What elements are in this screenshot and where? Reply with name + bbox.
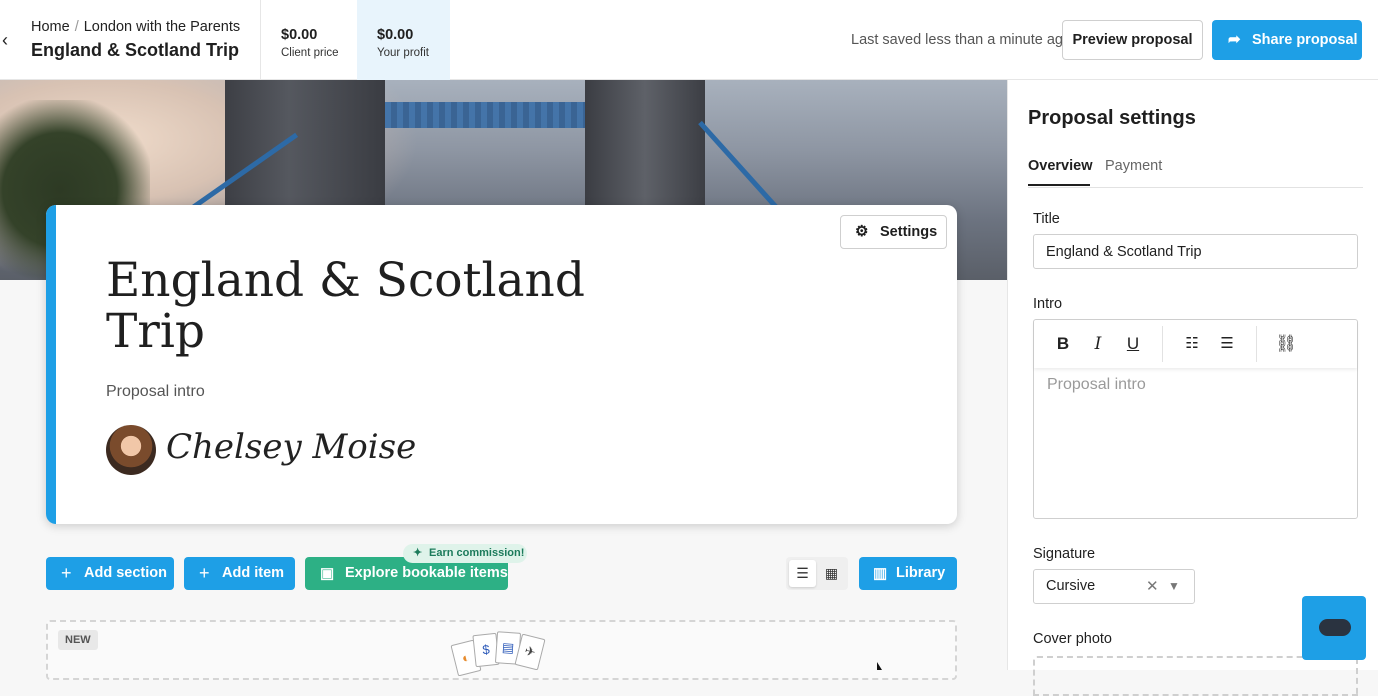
toolbar-divider	[1256, 326, 1257, 362]
add-section-button[interactable]: + Add section	[46, 557, 174, 590]
share-arrow-icon: ➦	[1228, 31, 1241, 48]
item-cards-illustration: ◐ $ ▤ ✈	[450, 630, 548, 677]
earn-commission-badge: ✦ Earn commission!	[403, 544, 527, 563]
bold-icon[interactable]: B	[1051, 332, 1075, 356]
card-accent-bar	[46, 205, 56, 524]
client-price: $0.00 Client price	[261, 0, 357, 80]
cover-photo-dropzone[interactable]	[1033, 656, 1358, 696]
plus-icon: +	[61, 563, 72, 583]
clear-icon[interactable]: ✕	[1146, 570, 1159, 603]
intro-editor[interactable]: B I U ☷ ☰ ⛓ Proposal intro	[1033, 319, 1358, 519]
signature-field-label: Signature	[1033, 546, 1096, 562]
earn-commission-label: Earn commission!	[429, 547, 525, 559]
your-profit: $0.00 Your profit	[357, 0, 450, 80]
breadcrumb-separator: /	[74, 19, 79, 35]
grid-view-icon[interactable]: ▦	[818, 560, 845, 587]
title-field-label: Title	[1033, 211, 1060, 227]
settings-button[interactable]: ⚙ Settings	[840, 215, 947, 249]
chat-bubble-icon	[1319, 619, 1351, 636]
mouse-cursor	[877, 662, 882, 670]
bullet-list-icon[interactable]: ☰	[1215, 332, 1239, 356]
client-price-label: Client price	[281, 47, 339, 59]
ordered-list-icon[interactable]: ☷	[1180, 332, 1204, 356]
explore-label: Explore bookable items	[345, 565, 508, 581]
plus-icon: +	[199, 563, 210, 583]
proposal-cover-card: ⚙ Settings England & Scotland Trip Propo…	[46, 205, 957, 524]
share-proposal-label: Share proposal	[1252, 32, 1358, 48]
settings-tabs: Overview Payment	[1028, 158, 1363, 188]
library-label: Library	[896, 565, 946, 581]
preview-proposal-button[interactable]: Preview proposal	[1062, 20, 1203, 60]
breadcrumb-home[interactable]: Home	[31, 19, 70, 35]
tab-overview[interactable]: Overview	[1028, 158, 1093, 186]
signature-select[interactable]: Cursive ✕ ▼	[1033, 569, 1195, 604]
intro-field-label: Intro	[1033, 296, 1063, 312]
title-input[interactable]	[1033, 234, 1358, 269]
intro-placeholder: Proposal intro	[1047, 376, 1146, 393]
toolbar-divider	[1162, 326, 1163, 362]
proposal-title[interactable]: England & Scotland Trip	[106, 255, 586, 357]
proposal-intro[interactable]: Proposal intro	[106, 383, 205, 401]
proposal-settings-panel: Proposal settings Overview Payment Title…	[1007, 80, 1378, 696]
hero-walkway	[385, 102, 585, 128]
chevron-down-icon[interactable]: ▼	[1168, 570, 1180, 603]
your-profit-amount: $0.00	[377, 27, 414, 43]
italic-icon[interactable]: I	[1086, 332, 1110, 356]
add-section-label: Add section	[84, 565, 167, 581]
view-toggle: ☰ ▦	[786, 557, 848, 590]
link-icon[interactable]: ⛓	[1274, 332, 1298, 356]
panel-title: Proposal settings	[1028, 107, 1196, 129]
signature-name: Chelsey Moise	[166, 427, 417, 467]
client-price-amount: $0.00	[281, 27, 318, 43]
cover-photo-field-label: Cover photo	[1033, 631, 1112, 647]
trip-title: England & Scotland Trip	[31, 40, 240, 60]
gear-icon: ⚙	[855, 223, 869, 240]
add-item-label: Add item	[222, 565, 285, 581]
suitcase-icon: ▣	[320, 565, 335, 582]
new-content-dropzone[interactable]: NEW ◐ $ ▤ ✈	[46, 620, 957, 680]
settings-label: Settings	[880, 224, 938, 240]
your-profit-label: Your profit	[377, 47, 429, 59]
share-proposal-button[interactable]: ➦ Share proposal	[1212, 20, 1362, 60]
top-bar: ‹ Home / London with the Parents England &…	[0, 0, 1378, 80]
underline-icon[interactable]: U	[1121, 332, 1145, 356]
add-item-button[interactable]: + Add item	[184, 557, 295, 590]
tab-payment[interactable]: Payment	[1105, 158, 1162, 174]
signature-select-value: Cursive	[1046, 578, 1096, 594]
editor-toolbar: B I U ☷ ☰ ⛓	[1034, 320, 1357, 368]
library-button[interactable]: ▥ Library	[859, 557, 957, 590]
new-badge: NEW	[58, 630, 98, 650]
breadcrumb-current[interactable]: London with the Parents	[84, 19, 240, 35]
back-chevron-icon[interactable]: ‹	[2, 30, 16, 50]
avatar	[106, 425, 156, 475]
breadcrumb: Home / London with the Parents	[31, 19, 240, 35]
sparkle-icon: ✦	[413, 547, 423, 559]
list-view-icon[interactable]: ☰	[789, 560, 816, 587]
library-books-icon: ▥	[873, 565, 888, 582]
saved-status: Last saved less than a minute ago	[851, 32, 1072, 48]
chat-launcher-button[interactable]	[1302, 596, 1366, 660]
